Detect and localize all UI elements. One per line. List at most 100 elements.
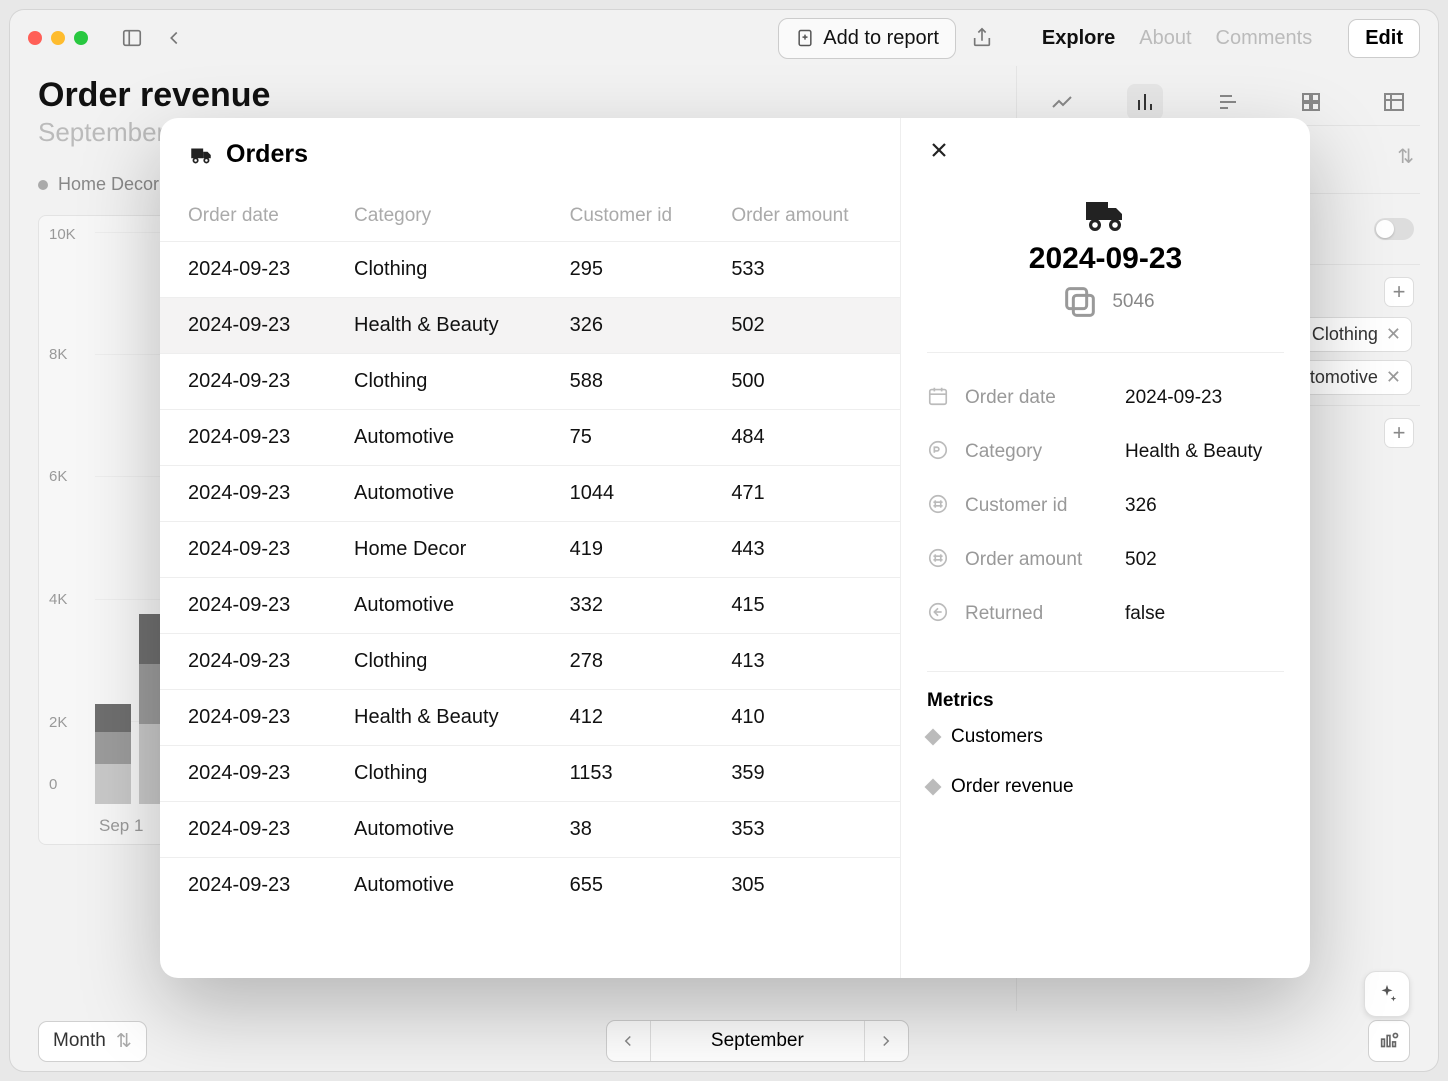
table-cell: 415	[719, 578, 900, 634]
tab-about[interactable]: About	[1139, 27, 1191, 50]
maximize-window[interactable]	[74, 31, 88, 45]
table-cell: 588	[558, 354, 720, 410]
metrics-heading: Metrics	[927, 690, 1284, 712]
table-cell: 359	[719, 746, 900, 802]
legend-label: Home Decor	[58, 174, 159, 195]
table-cell: 1044	[558, 466, 720, 522]
add-button[interactable]: +	[1384, 418, 1414, 448]
add-to-report-label: Add to report	[823, 27, 939, 50]
table-cell: 2024-09-23	[160, 410, 342, 466]
table-row[interactable]: 2024-09-23Automotive75484	[160, 410, 900, 466]
col-order-amount[interactable]: Order amount	[719, 193, 900, 242]
order-detail-panel: 2024-09-23 5046 Order date 2024-09-23 Ca…	[900, 118, 1310, 978]
toggle-switch[interactable]	[1374, 218, 1414, 240]
y-label: 2K	[49, 714, 67, 731]
table-row[interactable]: 2024-09-23Clothing1153359	[160, 746, 900, 802]
chip-clothing[interactable]: Clothing✕	[1301, 317, 1412, 352]
col-order-date[interactable]: Order date	[160, 193, 342, 242]
table-row[interactable]: 2024-09-23Automotive332415	[160, 578, 900, 634]
table-cell: Clothing	[342, 354, 558, 410]
table-cell: 655	[558, 858, 720, 914]
close-window[interactable]	[28, 31, 42, 45]
ai-sparkle-button[interactable]	[1364, 971, 1410, 1017]
table-cell: 484	[719, 410, 900, 466]
tab-comments[interactable]: Comments	[1216, 27, 1313, 50]
grid-chart-icon[interactable]	[1293, 84, 1329, 120]
table-cell: Health & Beauty	[342, 298, 558, 354]
truck-icon	[188, 142, 214, 168]
detail-title: 2024-09-23	[1029, 242, 1182, 276]
back-icon[interactable]	[158, 22, 190, 54]
col-category[interactable]: Category	[342, 193, 558, 242]
col-customer-id[interactable]: Customer id	[558, 193, 720, 242]
table-cell: 295	[558, 242, 720, 298]
table-cell: 419	[558, 522, 720, 578]
table-cell: 2024-09-23	[160, 858, 342, 914]
minimize-window[interactable]	[51, 31, 65, 45]
table-cell: Health & Beauty	[342, 690, 558, 746]
chip-remove-icon[interactable]: ✕	[1386, 367, 1401, 388]
table-cell: 2024-09-23	[160, 298, 342, 354]
table-cell: 38	[558, 802, 720, 858]
orders-modal: Orders Order date Category Customer id O…	[160, 118, 1310, 978]
table-row[interactable]: 2024-09-23Clothing278413	[160, 634, 900, 690]
edit-button[interactable]: Edit	[1348, 19, 1420, 58]
next-period-button[interactable]	[864, 1021, 908, 1061]
prev-period-button[interactable]	[607, 1021, 651, 1061]
bottom-bar: Month ⇅ September	[10, 1011, 1438, 1071]
field-order-date: Order date 2024-09-23	[927, 371, 1284, 425]
detail-id-row[interactable]: 5046	[1056, 282, 1154, 322]
table-cell: 75	[558, 410, 720, 466]
diamond-icon	[925, 729, 942, 746]
number-icon	[927, 493, 953, 519]
table-cell: 2024-09-23	[160, 466, 342, 522]
add-to-report-button[interactable]: Add to report	[778, 18, 956, 59]
line-chart-icon[interactable]	[1044, 84, 1080, 120]
table-row[interactable]: 2024-09-23Automotive1044471	[160, 466, 900, 522]
table-cell: 412	[558, 690, 720, 746]
tab-explore[interactable]: Explore	[1042, 27, 1115, 50]
share-icon[interactable]	[966, 22, 998, 54]
table-cell: Clothing	[342, 746, 558, 802]
table-cell: Clothing	[342, 634, 558, 690]
return-icon	[927, 601, 953, 627]
metric-order-revenue[interactable]: Order revenue	[927, 762, 1284, 812]
table-row[interactable]: 2024-09-23Automotive655305	[160, 858, 900, 914]
table-cell: 326	[558, 298, 720, 354]
field-returned: Returned false	[927, 587, 1284, 641]
orders-list-panel: Orders Order date Category Customer id O…	[160, 118, 900, 978]
table-cell: 2024-09-23	[160, 522, 342, 578]
table-cell: 2024-09-23	[160, 802, 342, 858]
table-cell: 2024-09-23	[160, 746, 342, 802]
metric-customers[interactable]: Customers	[927, 712, 1284, 762]
table-cell: Automotive	[342, 466, 558, 522]
chevron-updown-icon: ⇅	[1397, 144, 1414, 169]
table-row[interactable]: 2024-09-23Automotive38353	[160, 802, 900, 858]
table-cell: 500	[719, 354, 900, 410]
table-cell: 353	[719, 802, 900, 858]
close-icon[interactable]	[927, 138, 955, 166]
table-row[interactable]: 2024-09-23Health & Beauty326502	[160, 298, 900, 354]
bar-chart-icon[interactable]	[1127, 84, 1163, 120]
table-cell: 2024-09-23	[160, 634, 342, 690]
table-chart-icon[interactable]	[1376, 84, 1412, 120]
app-window: Add to report Explore About Comments Edi…	[10, 10, 1438, 1071]
table-row[interactable]: 2024-09-23Clothing295533	[160, 242, 900, 298]
titlebar: Add to report Explore About Comments Edi…	[10, 10, 1438, 66]
window-controls	[28, 31, 88, 45]
table-cell: 502	[719, 298, 900, 354]
chip-remove-icon[interactable]: ✕	[1386, 324, 1401, 345]
y-label: 8K	[49, 346, 67, 363]
sidebar-toggle-icon[interactable]	[116, 22, 148, 54]
table-row[interactable]: 2024-09-23Home Decor419443	[160, 522, 900, 578]
diamond-icon	[925, 779, 942, 796]
y-label: 10K	[49, 226, 76, 243]
period-stepper: September	[606, 1020, 909, 1062]
table-row[interactable]: 2024-09-23Health & Beauty412410	[160, 690, 900, 746]
granularity-select[interactable]: Month ⇅	[38, 1021, 147, 1062]
horizontal-bar-icon[interactable]	[1210, 84, 1246, 120]
add-button[interactable]: +	[1384, 277, 1414, 307]
table-cell: 2024-09-23	[160, 578, 342, 634]
chart-settings-button[interactable]	[1368, 1020, 1410, 1062]
table-row[interactable]: 2024-09-23Clothing588500	[160, 354, 900, 410]
